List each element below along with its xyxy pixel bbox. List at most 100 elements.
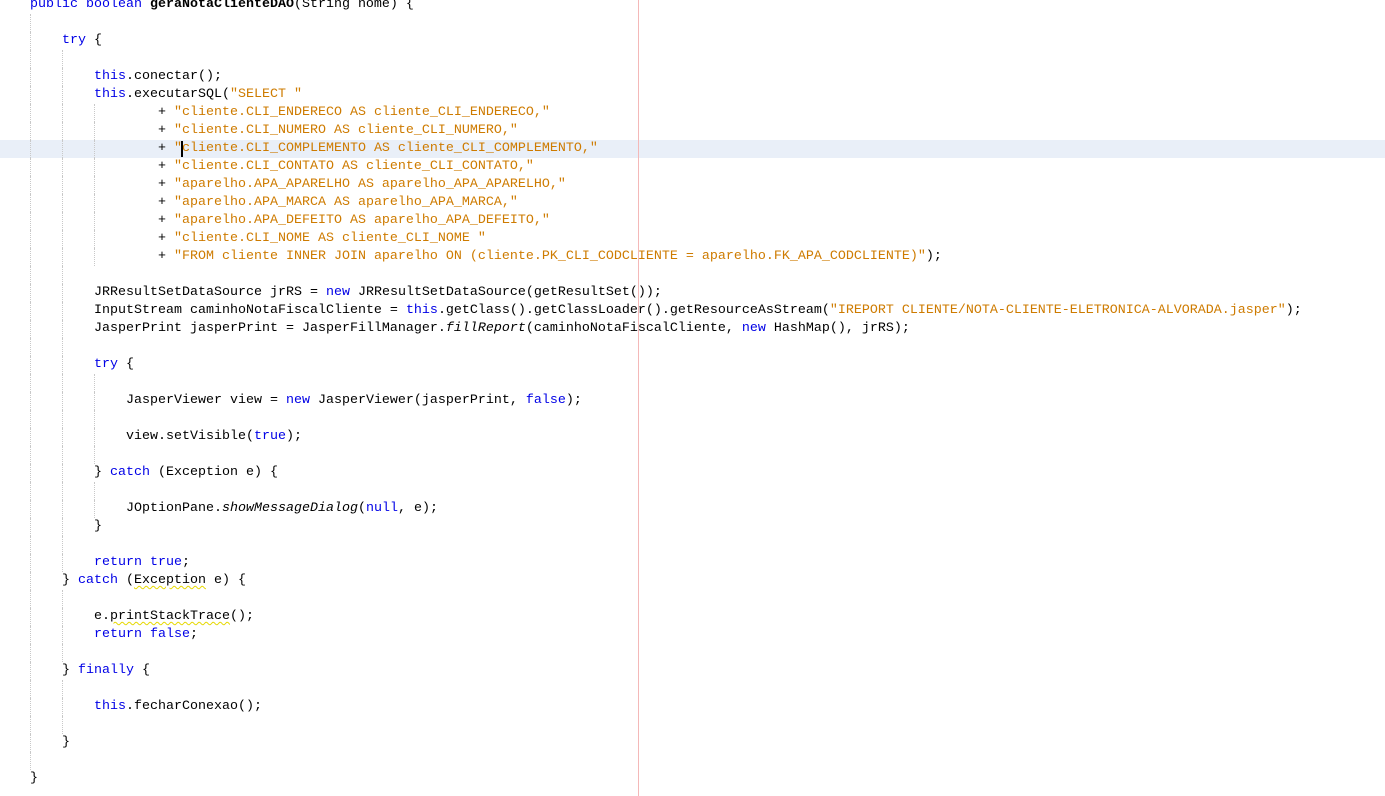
- code-line[interactable]: JasperPrint jasperPrint = JasperFillMana…: [0, 320, 1385, 338]
- code-token: ();: [229, 609, 254, 624]
- code-line[interactable]: e.printStackTrace();: [0, 608, 1385, 626]
- keyword-token: this: [94, 87, 126, 102]
- code-line[interactable]: + "aparelho.APA_APARELHO AS aparelho_APA…: [0, 176, 1385, 194]
- code-line[interactable]: [0, 716, 1385, 734]
- code-line[interactable]: }: [0, 518, 1385, 536]
- code-token: +: [157, 105, 174, 120]
- code-line[interactable]: [0, 374, 1385, 392]
- code-line[interactable]: + "cliente.CLI_NOME AS cliente_CLI_NOME …: [0, 230, 1385, 248]
- code-line[interactable]: + "aparelho.APA_DEFEITO AS aparelho_APA_…: [0, 212, 1385, 230]
- code-token: .conectar();: [126, 69, 222, 84]
- code-line[interactable]: [0, 644, 1385, 662]
- indent-guide: [62, 284, 63, 302]
- code-line[interactable]: + "FROM cliente INNER JOIN aparelho ON (…: [0, 248, 1385, 266]
- code-token: }: [30, 771, 38, 786]
- code-token: .fecharConexao();: [126, 699, 262, 714]
- code-line[interactable]: [0, 410, 1385, 428]
- indent-guide: [30, 716, 31, 734]
- indent-guide: [30, 644, 31, 662]
- indent-guide: [62, 320, 63, 338]
- code-line[interactable]: return true;: [0, 554, 1385, 572]
- code-line[interactable]: return false;: [0, 626, 1385, 644]
- code-line[interactable]: this.executarSQL("SELECT ": [0, 86, 1385, 104]
- code-line[interactable]: [0, 680, 1385, 698]
- indent-guide: [62, 626, 63, 644]
- code-line[interactable]: } catch (Exception e) {: [0, 464, 1385, 482]
- indent-guide: [30, 500, 31, 518]
- code-line[interactable]: + "cliente.CLI_ENDERECO AS cliente_CLI_E…: [0, 104, 1385, 122]
- code-line[interactable]: } finally {: [0, 662, 1385, 680]
- code-token: +: [157, 195, 174, 210]
- code-token: e) {: [205, 573, 246, 588]
- code-token: }: [62, 735, 70, 750]
- code-token: .getClass().getClassLoader().getResource…: [437, 303, 830, 318]
- indent-guide: [94, 104, 95, 122]
- indent-guide: [62, 518, 63, 536]
- code-line[interactable]: InputStream caminhoNotaFiscalCliente = t…: [0, 302, 1385, 320]
- code-token: HashMap(), jrRS);: [765, 321, 910, 336]
- string-token: "aparelho.APA_DEFEITO AS aparelho_APA_DE…: [173, 213, 550, 228]
- code-token: +: [157, 159, 174, 174]
- code-line[interactable]: [0, 482, 1385, 500]
- indent-guide: [94, 410, 95, 428]
- code-line[interactable]: [0, 50, 1385, 68]
- code-line[interactable]: [0, 536, 1385, 554]
- indent-guide: [30, 320, 31, 338]
- code-token: printStackTrace: [110, 609, 230, 624]
- indent-guide: [62, 212, 63, 230]
- indent-guide: [94, 482, 95, 500]
- indent-guide: [62, 644, 63, 662]
- indent-guide: [30, 662, 31, 680]
- indent-guide: [30, 158, 31, 176]
- code-line[interactable]: + "aparelho.APA_MARCA AS aparelho_APA_MA…: [0, 194, 1385, 212]
- string-token: "SELECT ": [229, 87, 302, 102]
- code-line[interactable]: }: [0, 734, 1385, 752]
- code-line[interactable]: JOptionPane.showMessageDialog(null, e);: [0, 500, 1385, 518]
- code-line[interactable]: this.fecharConexao();: [0, 698, 1385, 716]
- code-token: , e);: [397, 501, 438, 516]
- code-line[interactable]: [0, 266, 1385, 284]
- code-line[interactable]: [0, 752, 1385, 770]
- code-token: }: [94, 519, 102, 534]
- indent-guide: [94, 428, 95, 446]
- indent-guide: [62, 230, 63, 248]
- indent-guide: [62, 500, 63, 518]
- code-line[interactable]: view.setVisible(true);: [0, 428, 1385, 446]
- code-line[interactable]: + "cliente.CLI_CONTATO AS cliente_CLI_CO…: [0, 158, 1385, 176]
- indent-guide: [62, 338, 63, 356]
- code-line[interactable]: JasperViewer view = new JasperViewer(jas…: [0, 392, 1385, 410]
- code-token: ;: [181, 555, 190, 570]
- code-line[interactable]: try {: [0, 356, 1385, 374]
- code-token: .executarSQL(: [126, 87, 230, 102]
- indent-guide: [62, 176, 63, 194]
- code-line[interactable]: this.conectar();: [0, 68, 1385, 86]
- indent-guide: [30, 338, 31, 356]
- code-line[interactable]: JRResultSetDataSource jrRS = new JRResul…: [0, 284, 1385, 302]
- right-margin-line: [638, 0, 639, 796]
- keyword-token: catch: [78, 573, 118, 588]
- string-token: "cliente.CLI_ENDERECO AS cliente_CLI_END…: [173, 105, 550, 120]
- indent-guide: [94, 500, 95, 518]
- code-line[interactable]: [0, 14, 1385, 32]
- indent-guide: [30, 752, 31, 770]
- indent-guide: [62, 194, 63, 212]
- code-line[interactable]: [0, 446, 1385, 464]
- code-line[interactable]: }: [0, 770, 1385, 788]
- indent-guide: [30, 266, 31, 284]
- code-line[interactable]: [0, 338, 1385, 356]
- keyword-token: try: [94, 357, 118, 372]
- code-line[interactable]: + "cliente.CLI_COMPLEMENTO AS cliente_CL…: [0, 140, 1385, 158]
- code-token: ;: [189, 627, 198, 642]
- indent-guide: [30, 50, 31, 68]
- code-line[interactable]: } catch (Exception e) {: [0, 572, 1385, 590]
- indent-guide: [94, 230, 95, 248]
- indent-guide: [62, 554, 63, 572]
- code-line[interactable]: public boolean geraNotaClienteDAO(String…: [0, 0, 1385, 14]
- code-editor[interactable]: public boolean geraNotaClienteDAO(String…: [0, 0, 1385, 788]
- code-line[interactable]: [0, 590, 1385, 608]
- code-line[interactable]: try {: [0, 32, 1385, 50]
- code-line[interactable]: + "cliente.CLI_NUMERO AS cliente_CLI_NUM…: [0, 122, 1385, 140]
- indent-guide: [30, 572, 31, 590]
- indent-guide: [62, 50, 63, 68]
- indent-guide: [94, 122, 95, 140]
